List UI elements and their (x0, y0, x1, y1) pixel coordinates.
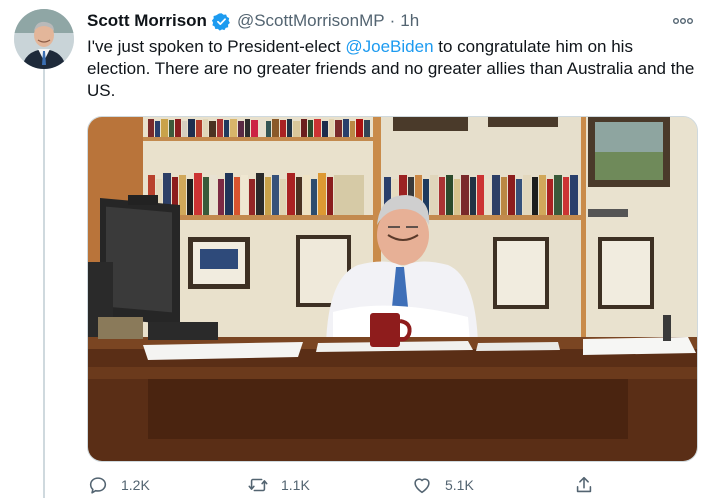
like-icon (411, 474, 433, 496)
retweet-icon (247, 474, 269, 496)
avatar[interactable] (14, 9, 74, 69)
reply-count: 1.2K (121, 477, 150, 493)
retweet-count: 1.1K (281, 477, 310, 493)
separator-dot: · (389, 11, 396, 30)
verified-badge-icon (211, 12, 231, 31)
tweet-header: Scott Morrison @ScottMorrisonMP · 1h (87, 10, 696, 32)
tweet-actions-bar: 1.2K 1.1K 5.1K (87, 474, 607, 498)
retweet-button[interactable]: 1.1K (247, 474, 310, 496)
like-button[interactable]: 5.1K (411, 474, 474, 496)
more-options-icon[interactable] (670, 10, 696, 32)
share-button[interactable] (573, 474, 595, 496)
thread-connector-line (43, 68, 45, 498)
tweet-text: I've just spoken to President-elect @Joe… (87, 36, 697, 102)
reply-icon (87, 474, 109, 496)
author-handle[interactable]: @ScottMorrisonMP (237, 11, 385, 31)
mention-link[interactable]: @JoeBiden (345, 37, 433, 56)
tweet-photo[interactable] (87, 116, 698, 462)
tweet-timestamp[interactable]: 1h (400, 11, 419, 31)
share-icon (573, 474, 595, 496)
tweet-text-part-1: I've just spoken to President-elect (87, 37, 346, 56)
reply-button[interactable]: 1.2K (87, 474, 150, 496)
author-name[interactable]: Scott Morrison (87, 11, 207, 31)
like-count: 5.1K (445, 477, 474, 493)
